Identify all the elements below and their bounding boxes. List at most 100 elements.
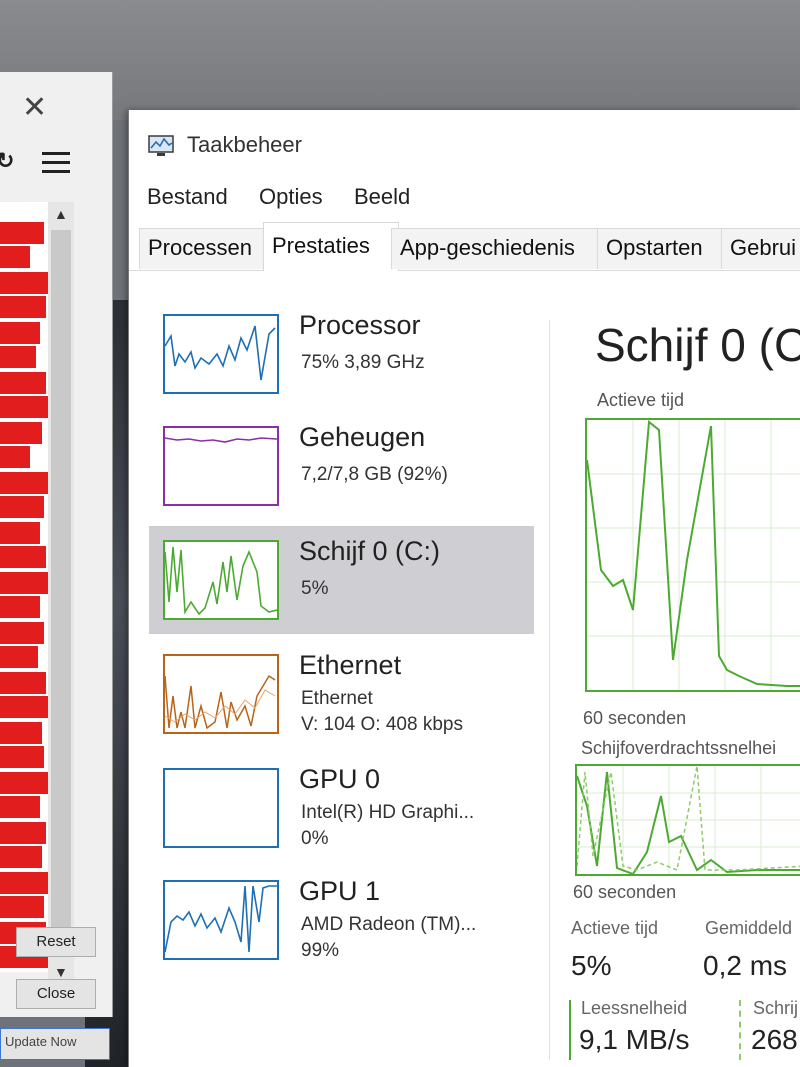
ethernet-thumbnail-graph	[163, 654, 279, 734]
perf-item-disk[interactable]: Schijf 0 (C:) 5%	[149, 526, 534, 634]
activity-bar	[0, 372, 46, 394]
perf-item-gpu0[interactable]: GPU 0 Intel(R) HD Graphi... 0%	[149, 754, 534, 862]
activity-bar	[0, 496, 44, 518]
close-icon[interactable]: ✕	[22, 90, 47, 125]
active-time-graph	[585, 418, 800, 692]
disk-name: Schijf 0 (C:)	[299, 536, 441, 566]
activity-bar	[0, 322, 40, 344]
gpu1-model: AMD Radeon (TM)...	[301, 914, 477, 935]
gpu1-thumbnail-graph	[163, 880, 279, 960]
activity-bar	[0, 596, 40, 618]
transfer-rate-graph	[575, 764, 800, 876]
tab-bar: Processen Prestaties App-geschiedenis Op…	[129, 222, 800, 271]
active-time-stat-value: 5%	[571, 950, 612, 981]
transfer-rate-footer: 60 seconden	[573, 882, 677, 902]
menu-bar: Bestand Opties Beeld	[129, 172, 800, 218]
panel-divider	[549, 320, 550, 1060]
reset-button[interactable]: Reset	[16, 927, 96, 957]
menu-bestand[interactable]: Bestand	[147, 184, 228, 210]
disk-usage: 5%	[301, 578, 329, 599]
processor-name: Processor	[299, 310, 421, 340]
ethernet-name: Ethernet	[299, 650, 402, 680]
activity-bar	[0, 646, 38, 668]
menu-opties[interactable]: Opties	[259, 184, 323, 210]
scroll-thumb[interactable]	[51, 230, 71, 950]
perf-item-gpu1[interactable]: GPU 1 AMD Radeon (TM)... 99%	[149, 866, 534, 974]
title-bar[interactable]: Taakbeheer	[129, 110, 800, 172]
write-speed-stat-label: Schrij	[753, 998, 799, 1018]
activity-bar	[0, 796, 40, 818]
tab-processen[interactable]: Processen	[139, 228, 273, 269]
tab-gebruikers[interactable]: Gebrui	[721, 228, 800, 269]
activity-bar	[0, 446, 30, 468]
activity-bar	[0, 822, 46, 844]
perf-item-memory[interactable]: Geheugen 7,2/7,8 GB (92%)	[149, 412, 534, 520]
gpu1-usage: 99%	[301, 940, 340, 961]
gpu0-usage: 0%	[301, 828, 329, 849]
activity-bar	[0, 296, 46, 318]
close-button[interactable]: Close	[16, 979, 96, 1009]
scroll-up-icon[interactable]: ▲	[54, 206, 68, 222]
ethernet-throughput: V: 104 O: 408 kbps	[301, 714, 463, 735]
read-speed-indicator	[569, 1000, 571, 1060]
update-now-button[interactable]: Update Now	[0, 1028, 110, 1060]
resource-sidebar: Processor 75% 3,89 GHz Geheugen 7,2/7,8 …	[149, 300, 539, 1060]
activity-bar	[0, 396, 48, 418]
activity-bar	[0, 546, 46, 568]
memory-thumbnail-graph	[163, 426, 279, 506]
task-manager-window: Taakbeheer Bestand Opties Beeld Processe…	[128, 110, 800, 1067]
tab-app-geschiedenis[interactable]: App-geschiedenis	[391, 228, 605, 269]
scroll-down-icon[interactable]: ▼	[54, 964, 68, 980]
activity-bar	[0, 522, 40, 544]
activity-bar	[0, 572, 48, 594]
activity-bar	[0, 622, 44, 644]
activity-list	[0, 202, 48, 972]
activity-bar	[0, 896, 44, 918]
detail-title: Schijf 0 (C	[595, 319, 800, 371]
active-time-stat-label: Actieve tijd	[571, 918, 659, 938]
perf-item-processor[interactable]: Processor 75% 3,89 GHz	[149, 300, 534, 408]
gpu0-model: Intel(R) HD Graphi...	[301, 802, 475, 823]
activity-bar	[0, 772, 48, 794]
activity-bar	[0, 672, 46, 694]
background-window[interactable]: ✕ ↻ ▲ ▼ Reset Close Update Now	[0, 72, 113, 1060]
gpu0-thumbnail-graph	[163, 768, 279, 848]
processor-thumbnail-graph	[163, 314, 279, 394]
activity-bar	[0, 272, 48, 294]
activity-bar	[0, 472, 48, 494]
active-time-footer: 60 seconden	[583, 708, 687, 728]
transfer-rate-graph-label: Schijfoverdrachtssnelhei	[581, 738, 777, 758]
activity-bar	[0, 746, 44, 768]
scrollbar[interactable]: ▲ ▼	[48, 202, 74, 987]
processor-usage: 75% 3,89 GHz	[301, 352, 425, 373]
gpu0-name: GPU 0	[299, 764, 381, 794]
activity-bar	[0, 346, 36, 368]
memory-usage: 7,2/7,8 GB (92%)	[301, 464, 448, 485]
menu-beeld[interactable]: Beeld	[354, 184, 410, 210]
disk-thumbnail-graph	[163, 540, 279, 620]
activity-bar	[0, 872, 48, 894]
refresh-icon[interactable]: ↻	[0, 148, 14, 174]
gpu1-name: GPU 1	[299, 876, 381, 906]
tab-opstarten[interactable]: Opstarten	[597, 228, 731, 269]
activity-bar	[0, 722, 42, 744]
ethernet-adapter: Ethernet	[301, 688, 373, 709]
write-speed-stat-value: 268	[751, 1024, 798, 1055]
perf-item-ethernet[interactable]: Ethernet Ethernet V: 104 O: 408 kbps	[149, 640, 534, 748]
activity-bar	[0, 246, 30, 268]
task-manager-icon	[147, 134, 175, 158]
avg-response-stat-label: Gemiddeld	[705, 918, 793, 938]
write-speed-indicator	[739, 1000, 741, 1060]
memory-name: Geheugen	[299, 422, 426, 452]
hamburger-icon[interactable]	[42, 152, 70, 179]
active-time-graph-label: Actieve tijd	[597, 390, 685, 410]
window-title: Taakbeheer	[187, 132, 302, 157]
desktop-background	[0, 0, 800, 120]
avg-response-stat-value: 0,2 ms	[703, 950, 788, 981]
read-speed-stat-value: 9,1 MB/s	[579, 1024, 690, 1055]
tab-prestaties[interactable]: Prestaties	[263, 222, 399, 271]
activity-bar	[0, 696, 48, 718]
activity-bar	[0, 222, 44, 244]
activity-bar	[0, 846, 42, 868]
read-speed-stat-label: Leessnelheid	[581, 998, 688, 1018]
